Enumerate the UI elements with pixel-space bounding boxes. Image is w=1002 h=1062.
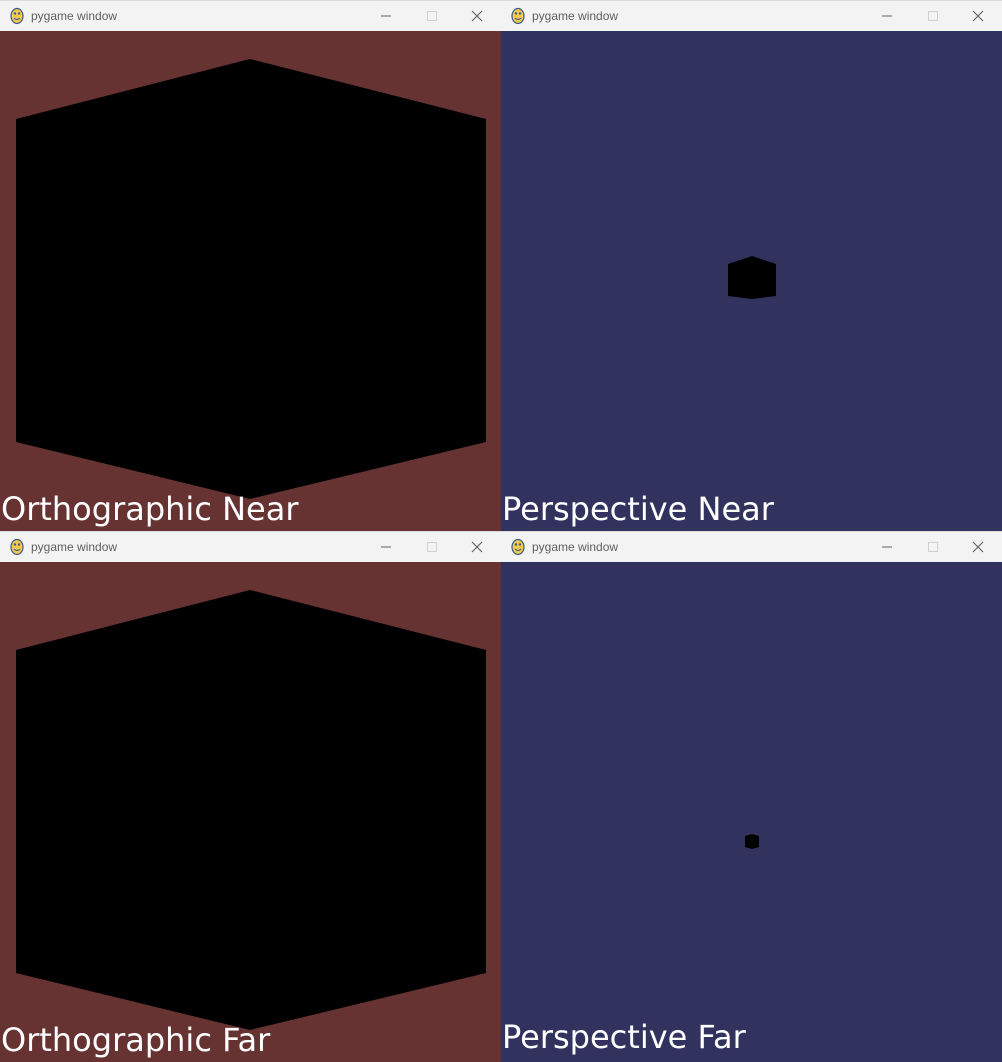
close-button[interactable] bbox=[956, 4, 1000, 28]
pygame-snake-icon bbox=[511, 7, 525, 25]
projection-label: Perspective Far bbox=[502, 1018, 746, 1056]
close-icon bbox=[972, 541, 984, 553]
maximize-button[interactable] bbox=[410, 535, 454, 559]
render-canvas[interactable]: Orthographic Near bbox=[0, 31, 501, 531]
window-title: pygame window bbox=[31, 9, 118, 23]
minimize-button[interactable] bbox=[865, 4, 909, 28]
pygame-snake-icon bbox=[511, 538, 525, 556]
window-perspective-far[interactable]: pygame window Perspective Far bbox=[501, 531, 1002, 1062]
maximize-button[interactable] bbox=[911, 535, 955, 559]
pygame-snake-icon bbox=[10, 538, 24, 556]
window-orthographic-near[interactable]: pygame window Orthographic Near bbox=[0, 0, 501, 531]
close-icon bbox=[972, 10, 984, 22]
minimize-button[interactable] bbox=[364, 4, 408, 28]
title-bar[interactable]: pygame window bbox=[0, 0, 501, 31]
render-canvas[interactable]: Perspective Near bbox=[501, 31, 1002, 531]
projection-label: Orthographic Near bbox=[1, 490, 299, 528]
window-title: pygame window bbox=[532, 540, 619, 554]
scene bbox=[16, 590, 486, 1030]
scene bbox=[728, 256, 776, 299]
window-title: pygame window bbox=[532, 9, 619, 23]
close-button[interactable] bbox=[455, 535, 499, 559]
maximize-icon bbox=[427, 11, 437, 21]
pygame-snake-icon bbox=[10, 7, 24, 25]
minimize-icon bbox=[882, 15, 892, 17]
render-canvas[interactable]: Perspective Far bbox=[501, 562, 1002, 1062]
window-title: pygame window bbox=[31, 540, 118, 554]
window-orthographic-far[interactable]: pygame window Orthographic Far bbox=[0, 531, 501, 1062]
minimize-button[interactable] bbox=[364, 535, 408, 559]
cube-shape bbox=[16, 59, 486, 499]
title-bar[interactable]: pygame window bbox=[501, 531, 1002, 562]
maximize-icon bbox=[427, 542, 437, 552]
minimize-icon bbox=[381, 546, 391, 548]
title-bar[interactable]: pygame window bbox=[0, 531, 501, 562]
render-canvas[interactable]: Orthographic Far bbox=[0, 562, 501, 1062]
maximize-icon bbox=[928, 542, 938, 552]
projection-label: Orthographic Far bbox=[1, 1021, 271, 1059]
title-bar[interactable]: pygame window bbox=[501, 0, 1002, 31]
projection-label: Perspective Near bbox=[502, 490, 774, 528]
close-button[interactable] bbox=[455, 4, 499, 28]
maximize-icon bbox=[928, 11, 938, 21]
scene bbox=[16, 59, 486, 499]
cube-shape bbox=[728, 256, 776, 299]
minimize-icon bbox=[882, 546, 892, 548]
maximize-button[interactable] bbox=[911, 4, 955, 28]
window-perspective-near[interactable]: pygame window Perspective Near bbox=[501, 0, 1002, 531]
close-button[interactable] bbox=[956, 535, 1000, 559]
minimize-icon bbox=[381, 15, 391, 17]
cube-shape bbox=[16, 590, 486, 1030]
minimize-button[interactable] bbox=[865, 535, 909, 559]
cube-shape bbox=[745, 834, 759, 849]
scene bbox=[745, 834, 759, 849]
close-icon bbox=[471, 541, 483, 553]
maximize-button[interactable] bbox=[410, 4, 454, 28]
close-icon bbox=[471, 10, 483, 22]
